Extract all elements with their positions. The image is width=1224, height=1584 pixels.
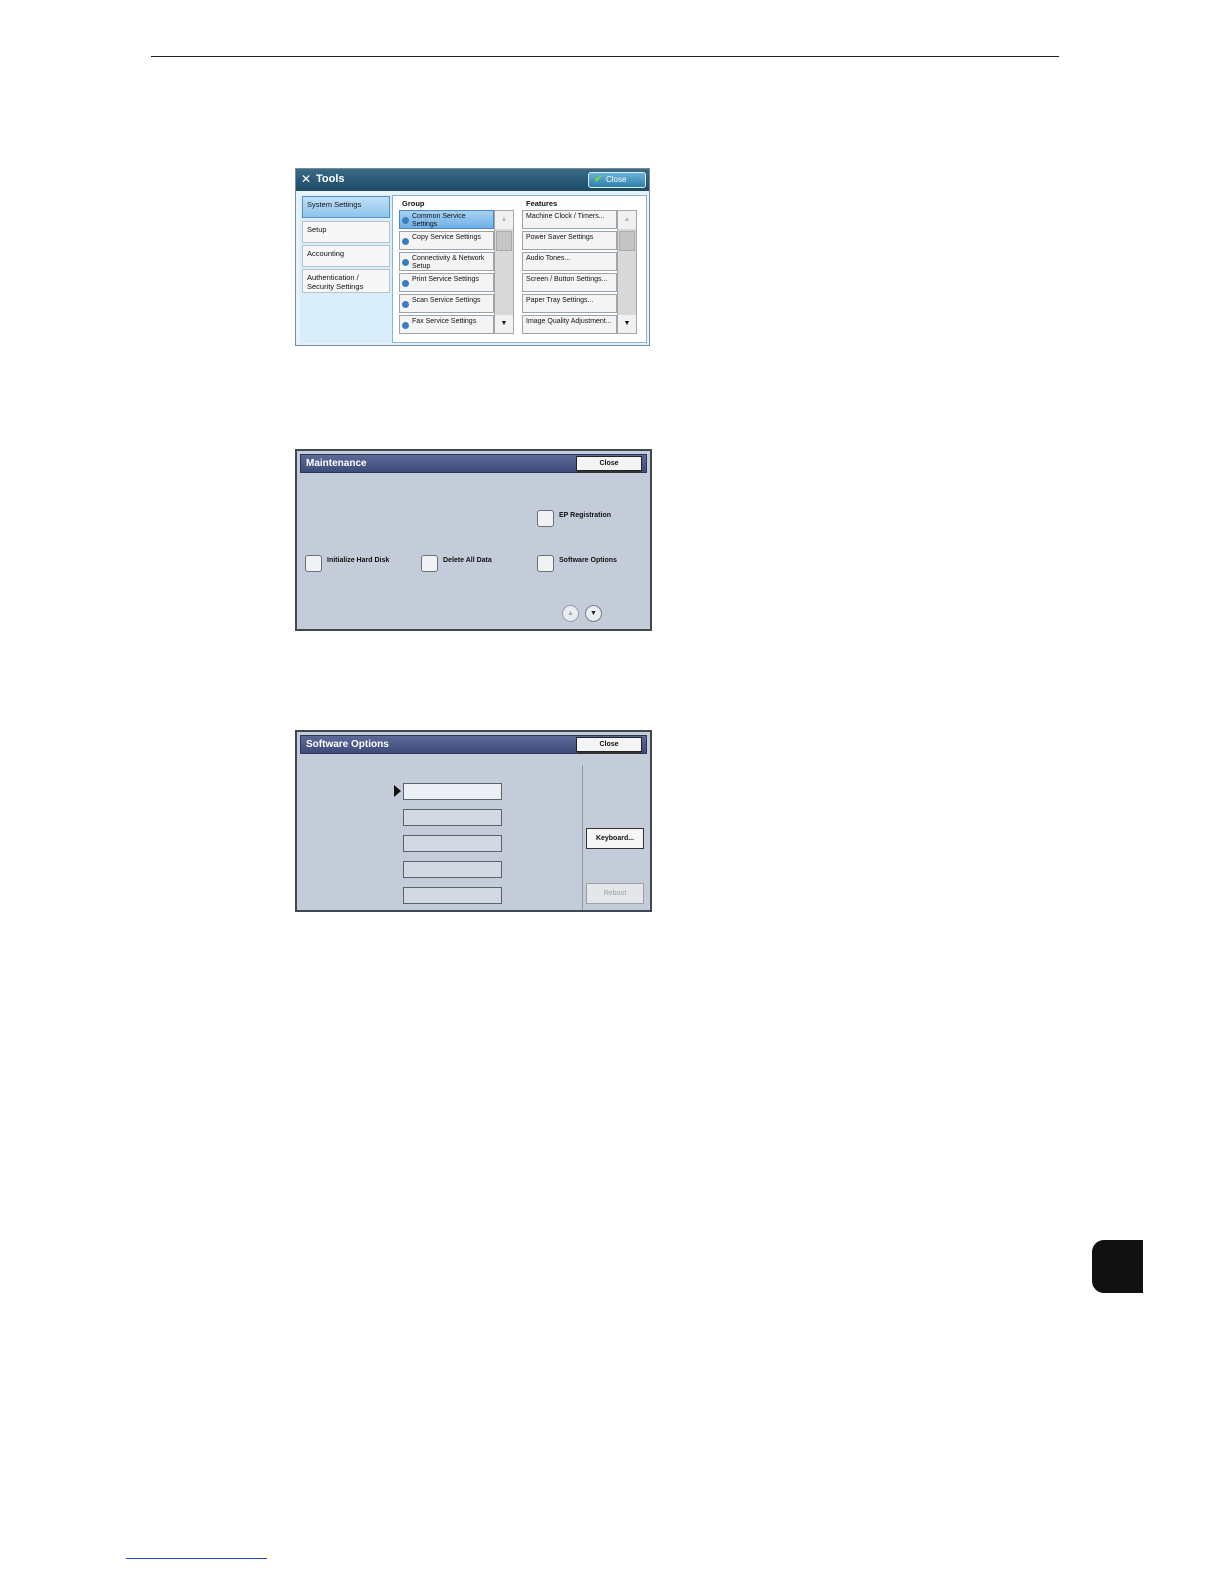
page-down-icon[interactable]: ▼ <box>585 605 602 622</box>
software-options-screen: Software Options Close Keyboard... Reboo… <box>295 730 652 912</box>
password-field-4[interactable] <box>403 861 502 878</box>
delete-all-data-label: Delete All Data <box>443 557 492 564</box>
maintenance-title-bar: Maintenance Close <box>300 454 647 473</box>
chapter-tab <box>1092 1240 1143 1293</box>
software-options-title: Software Options <box>306 739 389 750</box>
tools-title: Tools <box>316 173 345 185</box>
initialize-hard-disk-checkbox[interactable] <box>305 555 322 572</box>
feature-item-image-quality[interactable]: Image Quality Adjustment... <box>522 315 617 334</box>
feature-item-power-saver[interactable]: Power Saver Settings <box>522 231 617 250</box>
group-item-copy-service[interactable]: Copy Service Settings <box>399 231 494 250</box>
group-item-connectivity[interactable]: Connectivity & Network Setup <box>399 252 494 271</box>
password-field-5[interactable] <box>403 887 502 904</box>
arrow-circle-icon <box>402 238 409 245</box>
scroll-up-icon[interactable]: ▲ <box>618 211 636 229</box>
page-up-icon[interactable]: ▲ <box>562 605 579 622</box>
panel-divider <box>582 765 583 910</box>
group-item-fax-service[interactable]: Fax Service Settings <box>399 315 494 334</box>
scroll-thumb[interactable] <box>619 231 635 251</box>
tools-screen: ✕ Tools ✔ Close System Settings Setup Ac… <box>295 168 650 346</box>
maintenance-screen: Maintenance Close EP Registration Initia… <box>295 449 652 631</box>
ep-registration-checkbox[interactable] <box>537 510 554 527</box>
footer-link-rule <box>126 1558 267 1559</box>
group-header: Group <box>402 199 425 208</box>
software-options-label: Software Options <box>559 557 617 564</box>
group-scrollbar[interactable]: ▲ ▼ <box>494 210 514 334</box>
pointer-arrow-icon <box>394 785 401 797</box>
password-field-1[interactable] <box>403 783 502 800</box>
reboot-button[interactable]: Reboot <box>586 883 644 904</box>
arrow-circle-icon <box>402 301 409 308</box>
arrow-circle-icon <box>402 280 409 287</box>
password-field-2[interactable] <box>403 809 502 826</box>
scroll-up-icon[interactable]: ▲ <box>495 211 513 229</box>
group-item-print-service[interactable]: Print Service Settings <box>399 273 494 292</box>
sidebar-item-authentication-security[interactable]: Authentication / Security Settings <box>302 269 390 293</box>
scroll-down-icon[interactable]: ▼ <box>495 315 513 333</box>
sidebar-item-accounting[interactable]: Accounting <box>302 245 390 267</box>
checkmark-icon: ✔ <box>594 174 603 185</box>
close-button[interactable]: Close <box>576 456 642 473</box>
page-header-rule <box>151 56 1059 57</box>
scroll-down-icon[interactable]: ▼ <box>618 315 636 333</box>
close-button[interactable]: ✔ Close <box>588 172 646 188</box>
features-scrollbar[interactable]: ▲ ▼ <box>617 210 637 334</box>
features-header: Features <box>526 199 558 208</box>
sidebar-item-system-settings[interactable]: System Settings <box>302 196 390 218</box>
group-item-scan-service[interactable]: Scan Service Settings <box>399 294 494 313</box>
delete-all-data-checkbox[interactable] <box>421 555 438 572</box>
keyboard-button[interactable]: Keyboard... <box>586 828 644 849</box>
tools-sidebar: System Settings Setup Accounting Authent… <box>300 195 392 343</box>
feature-item-machine-clock[interactable]: Machine Clock / Timers... <box>522 210 617 229</box>
initialize-hard-disk-label: Initialize Hard Disk <box>327 557 390 564</box>
maintenance-title: Maintenance <box>306 458 367 469</box>
software-options-title-bar: Software Options Close <box>300 735 647 754</box>
tools-main-panel: Group Features Common Service Settings C… <box>392 195 647 343</box>
arrow-circle-icon <box>402 217 409 224</box>
software-options-checkbox[interactable] <box>537 555 554 572</box>
feature-item-screen-button[interactable]: Screen / Button Settings... <box>522 273 617 292</box>
feature-item-audio-tones[interactable]: Audio Tones... <box>522 252 617 271</box>
password-field-3[interactable] <box>403 835 502 852</box>
arrow-circle-icon <box>402 322 409 329</box>
tools-icon: ✕ <box>301 172 312 186</box>
arrow-circle-icon <box>402 259 409 266</box>
tools-title-bar: ✕ Tools ✔ Close <box>296 169 649 191</box>
close-button[interactable]: Close <box>576 737 642 754</box>
group-item-common-service[interactable]: Common Service Settings <box>399 210 494 229</box>
scroll-thumb[interactable] <box>496 231 512 251</box>
sidebar-item-setup[interactable]: Setup <box>302 221 390 243</box>
feature-item-paper-tray[interactable]: Paper Tray Settings... <box>522 294 617 313</box>
ep-registration-label: EP Registration <box>559 512 611 519</box>
